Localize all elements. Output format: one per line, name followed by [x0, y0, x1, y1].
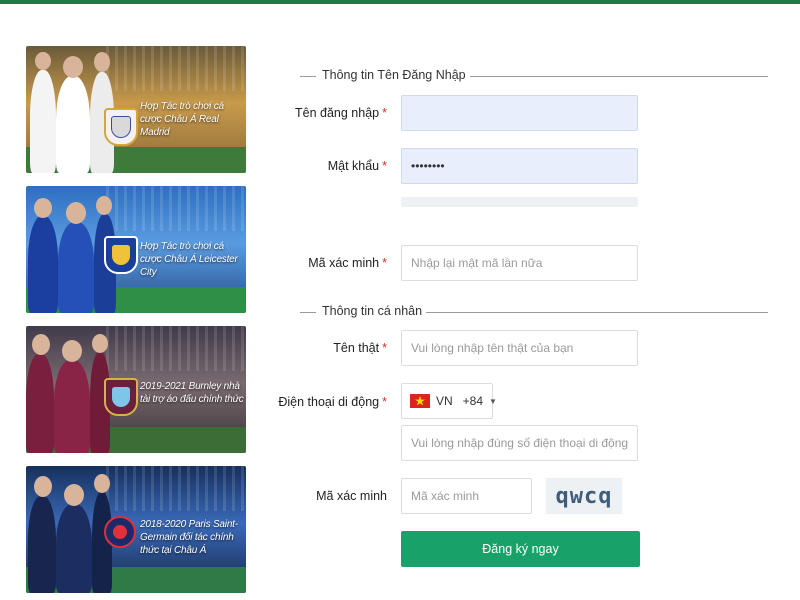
divider	[466, 76, 768, 77]
vietnam-flag-icon	[410, 394, 430, 408]
required-mark: *	[382, 341, 387, 355]
player-head	[94, 474, 110, 493]
label-text: Điện thoại di động	[278, 395, 380, 409]
register-button[interactable]: Đăng ký ngay	[401, 531, 640, 567]
player-head	[96, 196, 112, 215]
player-head	[64, 484, 84, 506]
stadium-stands	[106, 186, 246, 231]
required-mark: *	[382, 256, 387, 270]
banner-caption: 2019-2021 Burnley nhà tài trợ áo đấu chí…	[140, 381, 244, 405]
player-head	[32, 334, 50, 355]
player-head	[92, 334, 108, 353]
burnley-crest-icon	[104, 378, 138, 416]
country-code: VN	[436, 394, 453, 408]
player-image	[28, 216, 58, 313]
player-head	[34, 476, 52, 497]
player-head	[66, 202, 86, 224]
label-text: Tên thật	[333, 341, 380, 355]
player-image	[58, 222, 94, 313]
player-head	[63, 56, 83, 78]
player-head	[62, 340, 82, 362]
player-head	[35, 52, 51, 70]
required-mark: *	[382, 395, 387, 409]
confirm-password-label: Mã xác minh *	[308, 256, 387, 270]
section-title: Thông tin Tên Đăng Nhập	[322, 68, 470, 82]
label-text: Tên đăng nhập	[295, 106, 380, 120]
banner-caption: Hợp Tác trò chơi cá cược Châu Á Leiceste…	[140, 241, 238, 278]
divider	[300, 76, 316, 77]
banner-burnley[interactable]: 2019-2021 Burnley nhà tài trợ áo đấu chí…	[26, 326, 246, 453]
username-input[interactable]	[401, 95, 638, 131]
divider	[416, 312, 768, 313]
country-code-select[interactable]: VN +84 ▼	[401, 383, 497, 419]
personal-section-header: Thông tin cá nhân	[300, 304, 768, 320]
password-label: Mật khẩu *	[328, 159, 387, 173]
realname-label: Tên thật *	[333, 341, 387, 355]
captcha-image[interactable]: qwcq	[546, 478, 622, 514]
banner-leicester-city[interactable]: Hợp Tác trò chơi cá cược Châu Á Leiceste…	[26, 186, 246, 313]
required-mark: *	[382, 106, 387, 120]
password-strength-bar	[401, 197, 638, 207]
realname-input[interactable]	[401, 330, 638, 366]
psg-crest-icon	[104, 516, 136, 548]
player-image	[56, 504, 92, 593]
player-head	[94, 52, 110, 72]
banner-caption: 2018-2020 Paris Saint-Germain đối tác ch…	[140, 519, 238, 556]
captcha-label: Mã xác minh	[316, 489, 387, 503]
player-image	[56, 76, 90, 173]
leicester-city-crest-icon	[104, 236, 138, 274]
username-label: Tên đăng nhập *	[295, 106, 387, 120]
player-image	[26, 354, 54, 453]
password-input[interactable]	[401, 148, 638, 184]
stadium-stands	[106, 46, 246, 91]
player-image	[30, 70, 56, 173]
confirm-password-input[interactable]	[401, 245, 638, 281]
banner-real-madrid[interactable]: Hợp Tác trò chơi cá cược Châu Á Real Mad…	[26, 46, 246, 173]
label-text: Mã xác minh	[308, 256, 380, 270]
phone-label: Điện thoại di động *	[278, 395, 387, 409]
banner-caption: Hợp Tác trò chơi cá cược Châu Á Real Mad…	[140, 101, 224, 138]
captcha-input[interactable]	[401, 478, 532, 514]
required-mark: *	[382, 159, 387, 173]
banner-psg[interactable]: 2018-2020 Paris Saint-Germain đối tác ch…	[26, 466, 246, 593]
player-image	[28, 496, 56, 593]
real-madrid-crest-icon	[104, 108, 138, 146]
player-head	[34, 198, 52, 218]
stadium-stands	[106, 326, 246, 371]
stadium-stands	[106, 466, 246, 511]
dial-code: +84	[462, 394, 484, 408]
phone-input[interactable]	[401, 425, 638, 461]
label-text: Mã xác minh	[316, 489, 387, 503]
label-text: Mật khẩu	[327, 159, 380, 173]
divider	[300, 312, 316, 313]
section-title: Thông tin cá nhân	[322, 304, 427, 318]
top-accent-bar	[0, 0, 800, 4]
player-image	[54, 360, 90, 453]
chevron-down-icon: ▼	[489, 396, 497, 406]
login-section-header: Thông tin Tên Đăng Nhập	[300, 68, 768, 84]
